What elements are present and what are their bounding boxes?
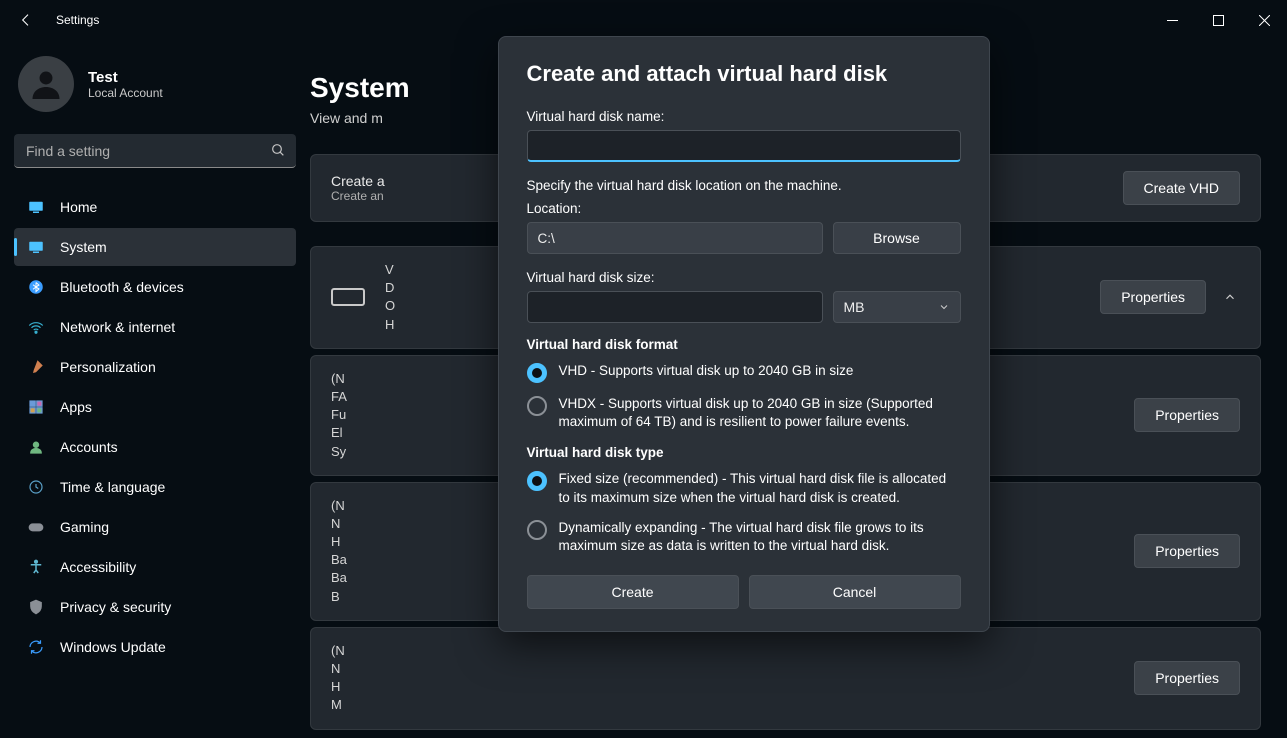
sidebar-item-network-internet[interactable]: Network & internet bbox=[14, 308, 296, 346]
card-line2: Create an bbox=[331, 189, 385, 203]
app-title: Settings bbox=[56, 13, 99, 27]
radio-label: Dynamically expanding - The virtual hard… bbox=[559, 519, 961, 555]
update-icon bbox=[26, 637, 46, 657]
user-subtitle: Local Account bbox=[88, 86, 163, 100]
sidebar-item-gaming[interactable]: Gaming bbox=[14, 508, 296, 546]
search-input[interactable] bbox=[14, 134, 296, 168]
dialog-title: Create and attach virtual hard disk bbox=[527, 61, 961, 87]
nav-label: Home bbox=[60, 199, 97, 215]
size-unit-select[interactable]: MB bbox=[833, 291, 961, 323]
vhd-name-label: Virtual hard disk name: bbox=[527, 109, 961, 124]
location-label: Location: bbox=[527, 201, 961, 216]
format-option[interactable]: VHDX - Supports virtual disk up to 2040 … bbox=[527, 395, 961, 431]
radio-icon bbox=[527, 363, 547, 383]
main-area: System View and m Create a Create an Cre… bbox=[310, 40, 1287, 738]
window-controls bbox=[1149, 0, 1287, 40]
sidebar-item-privacy-security[interactable]: Privacy & security bbox=[14, 588, 296, 626]
browse-button[interactable]: Browse bbox=[833, 222, 961, 254]
nav-label: System bbox=[60, 239, 107, 255]
maximize-button[interactable] bbox=[1195, 0, 1241, 40]
disk-row-text: (NNHM bbox=[331, 642, 345, 715]
card-line1: Create a bbox=[331, 173, 385, 189]
nav-label: Bluetooth & devices bbox=[60, 279, 184, 295]
type-heading: Virtual hard disk type bbox=[527, 445, 961, 460]
wifi-icon bbox=[26, 317, 46, 337]
titlebar: Settings bbox=[0, 0, 1287, 40]
disk-icon bbox=[331, 288, 365, 306]
nav-list: Home System Bluetooth & devices Network & i… bbox=[14, 188, 296, 666]
radio-icon bbox=[527, 396, 547, 416]
location-input[interactable] bbox=[527, 222, 823, 254]
format-option[interactable]: VHD - Supports virtual disk up to 2040 G… bbox=[527, 362, 961, 383]
disk-row: (NNHM Properties bbox=[310, 627, 1261, 730]
sidebar-item-accessibility[interactable]: Accessibility bbox=[14, 548, 296, 586]
sidebar-item-accounts[interactable]: Accounts bbox=[14, 428, 296, 466]
radio-label: VHDX - Supports virtual disk up to 2040 … bbox=[559, 395, 961, 431]
nav-label: Privacy & security bbox=[60, 599, 171, 615]
radio-label: VHD - Supports virtual disk up to 2040 G… bbox=[559, 362, 854, 380]
nav-label: Apps bbox=[60, 399, 92, 415]
radio-icon bbox=[527, 520, 547, 540]
apps-icon bbox=[26, 397, 46, 417]
user-name: Test bbox=[88, 69, 163, 86]
location-help: Specify the virtual hard disk location o… bbox=[527, 178, 961, 193]
size-unit-value: MB bbox=[844, 299, 865, 315]
type-option[interactable]: Dynamically expanding - The virtual hard… bbox=[527, 519, 961, 555]
nav-label: Accounts bbox=[60, 439, 118, 455]
nav-label: Accessibility bbox=[60, 559, 136, 575]
search-icon bbox=[270, 142, 286, 161]
nav-label: Windows Update bbox=[60, 639, 166, 655]
disk-row-text: VDOH bbox=[385, 261, 395, 334]
radio-label: Fixed size (recommended) - This virtual … bbox=[559, 470, 961, 506]
accessibility-icon bbox=[26, 557, 46, 577]
sidebar-item-time-language[interactable]: Time & language bbox=[14, 468, 296, 506]
system-icon bbox=[26, 237, 46, 257]
sidebar-item-personalization[interactable]: Personalization bbox=[14, 348, 296, 386]
size-label: Virtual hard disk size: bbox=[527, 270, 961, 285]
brush-icon bbox=[26, 357, 46, 377]
nav-label: Time & language bbox=[60, 479, 165, 495]
disk-row-text: (NFAFuElSy bbox=[331, 370, 347, 461]
avatar-icon bbox=[18, 56, 74, 112]
dialog-create-button[interactable]: Create bbox=[527, 575, 739, 609]
radio-icon bbox=[527, 471, 547, 491]
nav-label: Network & internet bbox=[60, 319, 175, 335]
gamepad-icon bbox=[26, 517, 46, 537]
user-profile[interactable]: Test Local Account bbox=[14, 46, 296, 134]
chevron-down-icon bbox=[938, 301, 950, 313]
sidebar-item-bluetooth-devices[interactable]: Bluetooth & devices bbox=[14, 268, 296, 306]
sidebar-item-windows-update[interactable]: Windows Update bbox=[14, 628, 296, 666]
accounts-icon bbox=[26, 437, 46, 457]
vhd-name-input[interactable] bbox=[527, 130, 961, 162]
properties-button[interactable]: Properties bbox=[1100, 280, 1206, 314]
format-heading: Virtual hard disk format bbox=[527, 337, 961, 352]
chevron-up-icon[interactable] bbox=[1220, 287, 1240, 307]
shield-icon bbox=[26, 597, 46, 617]
size-input[interactable] bbox=[527, 291, 823, 323]
properties-button[interactable]: Properties bbox=[1134, 534, 1240, 568]
back-button[interactable] bbox=[14, 8, 38, 32]
properties-button[interactable]: Properties bbox=[1134, 398, 1240, 432]
nav-label: Gaming bbox=[60, 519, 109, 535]
disk-row-text: (NNHBaBaB bbox=[331, 497, 347, 606]
properties-button[interactable]: Properties bbox=[1134, 661, 1240, 695]
bluetooth-icon bbox=[26, 277, 46, 297]
create-vhd-button[interactable]: Create VHD bbox=[1123, 171, 1240, 205]
sidebar-item-apps[interactable]: Apps bbox=[14, 388, 296, 426]
sidebar-item-system[interactable]: System bbox=[14, 228, 296, 266]
type-option[interactable]: Fixed size (recommended) - This virtual … bbox=[527, 470, 961, 506]
sidebar-item-home[interactable]: Home bbox=[14, 188, 296, 226]
close-button[interactable] bbox=[1241, 0, 1287, 40]
home-icon bbox=[26, 197, 46, 217]
minimize-button[interactable] bbox=[1149, 0, 1195, 40]
create-vhd-dialog: Create and attach virtual hard disk Virt… bbox=[498, 36, 990, 632]
clock-icon bbox=[26, 477, 46, 497]
nav-label: Personalization bbox=[60, 359, 156, 375]
dialog-cancel-button[interactable]: Cancel bbox=[749, 575, 961, 609]
sidebar: Test Local Account Home System Bluetooth &… bbox=[0, 40, 310, 738]
